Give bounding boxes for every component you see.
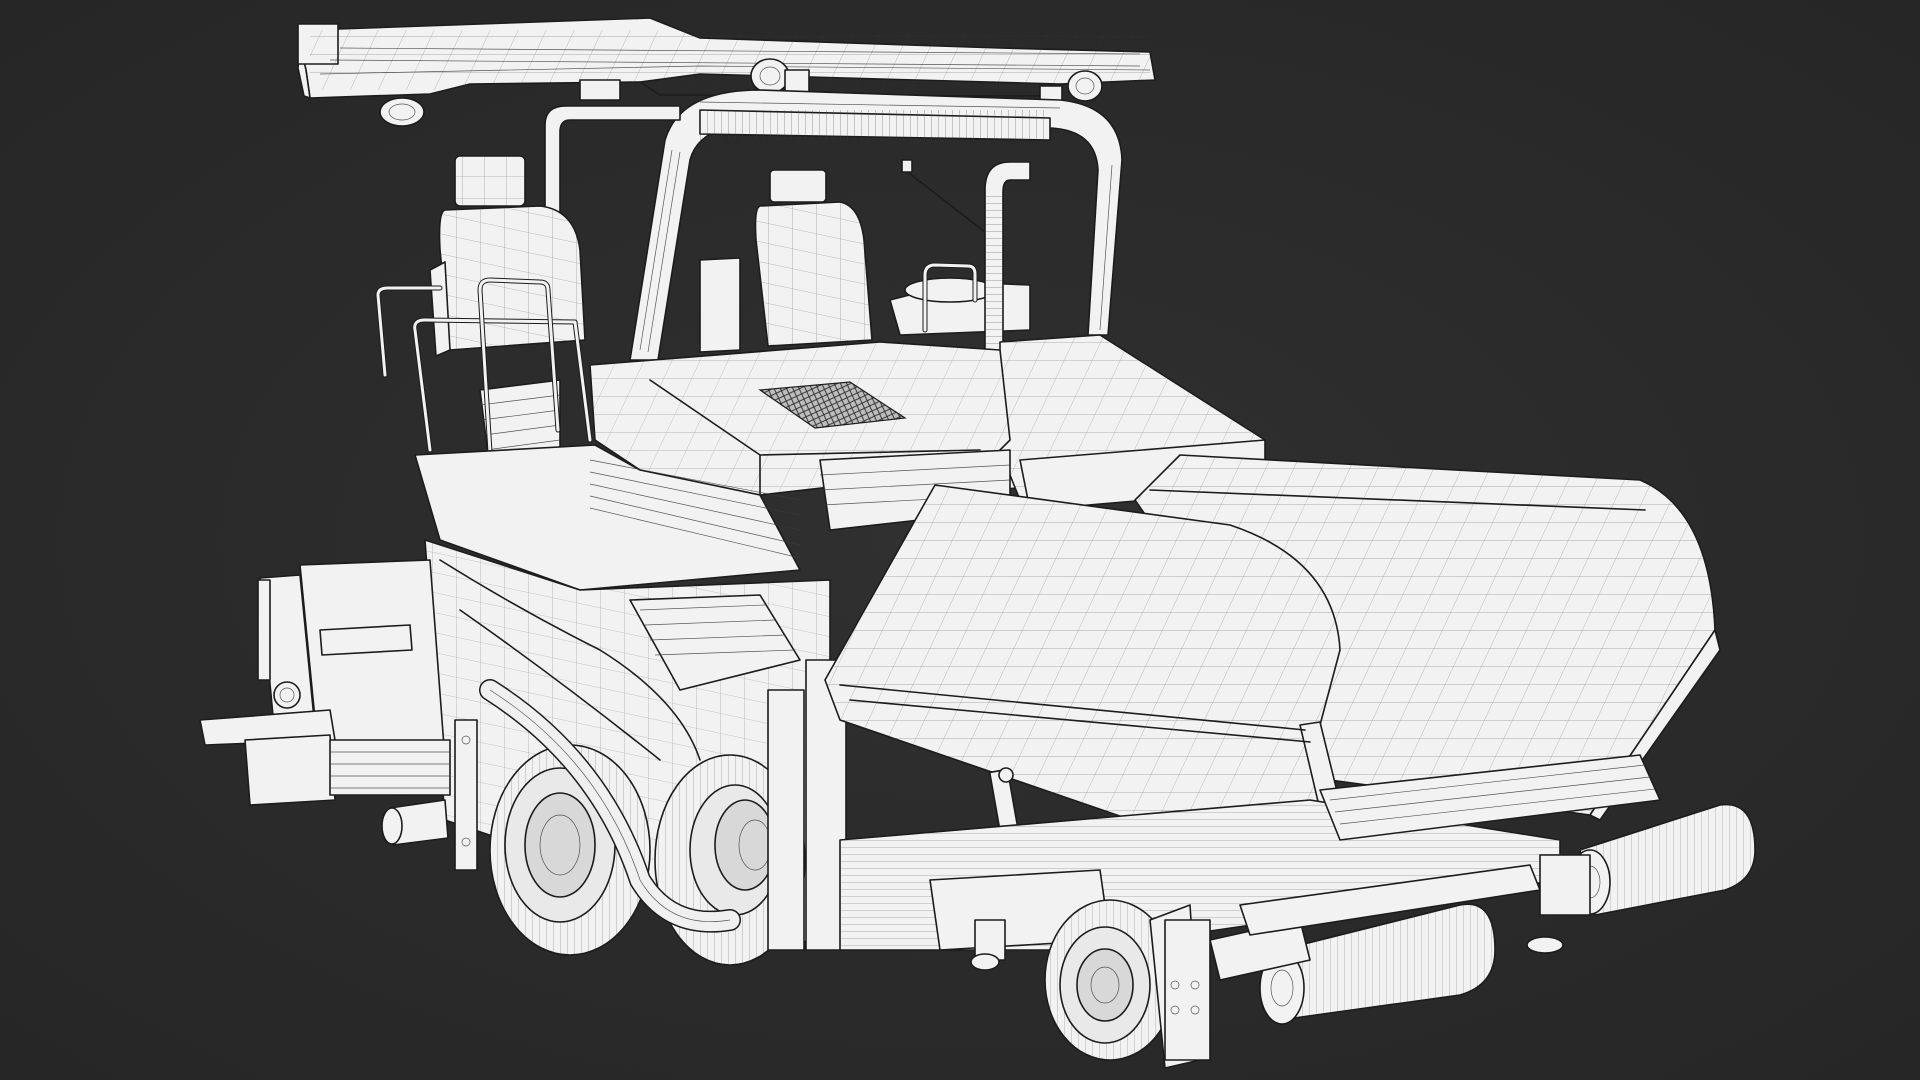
push-roller-right-icon [1539, 803, 1756, 916]
operator-seat-right-icon [699, 159, 1031, 353]
3d-viewport[interactable] [0, 0, 1920, 1080]
asphalt-paver-wireframe-model [199, 17, 1756, 1069]
operator-seat-left-icon [429, 155, 586, 471]
